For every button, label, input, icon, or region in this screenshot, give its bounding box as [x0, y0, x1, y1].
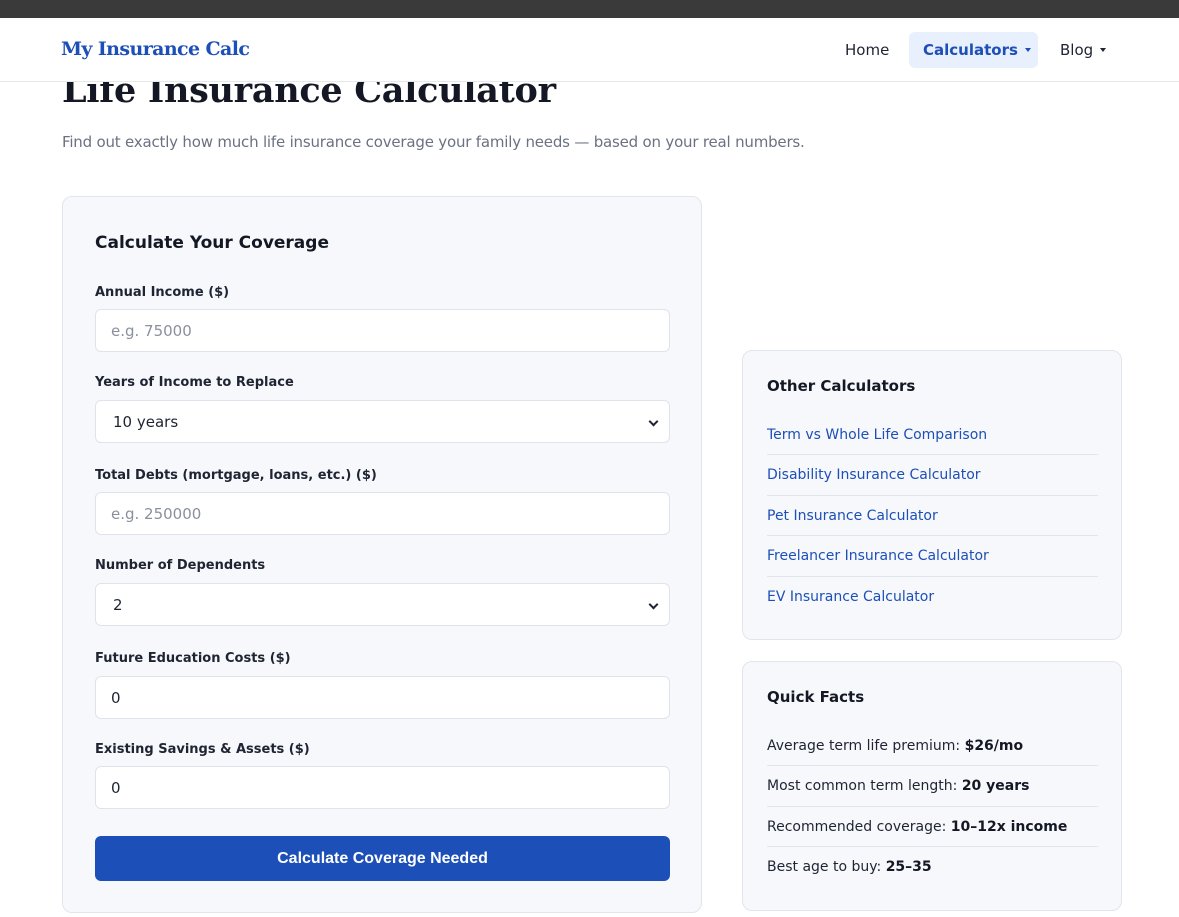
other-calculators-title: Other Calculators [767, 377, 916, 395]
years-to-replace-value: 10 years [113, 413, 179, 431]
nav-home-label: Home [845, 41, 890, 59]
calculate-coverage-button[interactable]: Calculate Coverage Needed [95, 836, 670, 881]
fact-item: Best age to buy: 25–35 [767, 847, 1098, 887]
education-costs-label: Future Education Costs ($) [95, 651, 291, 666]
fact-value: $26/mo [964, 738, 1024, 754]
chevron-down-icon [648, 599, 659, 610]
quick-facts-title: Quick Facts [767, 688, 865, 706]
nav-calculators-label: Calculators [923, 41, 1018, 59]
nav-home[interactable]: Home [833, 32, 901, 68]
fact-item: Most common term length: 20 years [767, 766, 1098, 807]
calculator-link[interactable]: EV Insurance Calculator [767, 577, 1098, 617]
annual-income-input[interactable] [95, 309, 670, 352]
coverage-form-card: Calculate Your Coverage Annual Income ($… [62, 196, 702, 913]
dependents-value: 2 [113, 596, 123, 614]
quick-facts-card: Quick Facts Average term life premium: $… [742, 661, 1122, 911]
years-to-replace-label: Years of Income to Replace [95, 375, 294, 390]
caret-down-icon [1024, 47, 1031, 52]
savings-assets-input[interactable] [95, 766, 670, 809]
calculator-link[interactable]: Disability Insurance Calculator [767, 455, 1098, 496]
fact-value: 20 years [961, 778, 1030, 795]
dependents-label: Number of Dependents [95, 558, 266, 573]
fact-item: Average term life premium: $26/mo [767, 726, 1098, 767]
page-subtitle: Find out exactly how much life insurance… [62, 133, 805, 151]
caret-down-icon [1100, 47, 1107, 52]
dependents-select[interactable]: 2 [95, 583, 670, 626]
fact-value: 10–12x income [950, 818, 1068, 835]
calculator-link[interactable]: Term vs Whole Life Comparison [767, 415, 1098, 456]
other-calculators-list: Term vs Whole Life Comparison Disability… [767, 415, 1098, 617]
years-to-replace-select[interactable]: 10 years [95, 400, 670, 443]
total-debts-label: Total Debts (mortgage, loans, etc.) ($) [95, 468, 377, 483]
fact-label: Most common term length: [767, 778, 958, 795]
nav-calculators[interactable]: Calculators [909, 32, 1038, 68]
fact-label: Average term life premium: [767, 738, 961, 754]
fact-value: 25–35 [885, 859, 932, 876]
site-logo[interactable]: My Insurance Calc [61, 38, 250, 60]
fact-label: Best age to buy: [767, 859, 882, 876]
browser-top-strip [0, 0, 1179, 18]
calculator-link[interactable]: Freelancer Insurance Calculator [767, 536, 1098, 577]
annual-income-label: Annual Income ($) [95, 285, 230, 300]
calculator-link[interactable]: Pet Insurance Calculator [767, 496, 1098, 537]
fact-label: Recommended coverage: [767, 818, 947, 835]
quick-facts-list: Average term life premium: $26/mo Most c… [767, 726, 1098, 888]
other-calculators-card: Other Calculators Term vs Whole Life Com… [742, 350, 1122, 640]
fact-item: Recommended coverage: 10–12x income [767, 807, 1098, 848]
form-title: Calculate Your Coverage [95, 233, 329, 253]
nav-blog-label: Blog [1060, 41, 1094, 59]
total-debts-input[interactable] [95, 492, 670, 535]
nav-blog[interactable]: Blog [1050, 32, 1116, 68]
chevron-down-icon [648, 416, 659, 427]
site-header: My Insurance Calc Home Calculators Blog [0, 18, 1179, 82]
education-costs-input[interactable] [95, 676, 670, 719]
savings-assets-label: Existing Savings & Assets ($) [95, 742, 310, 757]
